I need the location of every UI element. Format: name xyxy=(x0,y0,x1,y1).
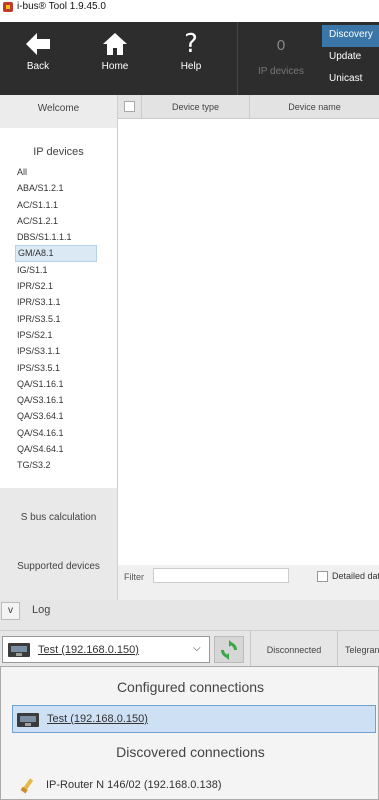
select-all-column xyxy=(118,95,142,119)
toolbar-divider xyxy=(237,22,238,95)
filter-label: Filter xyxy=(124,572,144,582)
main-toolbar: Back Home ? Help 0 IP devices Discovery … xyxy=(0,22,379,95)
back-button[interactable]: Back xyxy=(0,22,76,95)
configured-connection-label: Test (192.168.0.150) xyxy=(47,713,148,725)
ip-device-list: IP devices All ABA/S1.2.1 AC/S1.1.1 AC/S1.2… xyxy=(0,128,117,488)
mode-menu: Discovery Update Unicast xyxy=(322,25,379,91)
filter-input[interactable] xyxy=(153,568,289,583)
left-panel: Welcome IP devices All ABA/S1.2.1 AC/S1.1.… xyxy=(0,95,117,620)
device-filter-item[interactable]: QA/S3.64.1 xyxy=(15,408,97,424)
discovered-connections-header: Discovered connections xyxy=(116,744,265,760)
log-toggle-button[interactable]: v xyxy=(1,602,20,620)
discovered-connection-item[interactable]: IP-Router N 146/02 (192.168.0.138) xyxy=(12,773,376,797)
app-logo-icon xyxy=(3,1,13,12)
network-interface-icon xyxy=(8,643,30,657)
device-filter-item[interactable]: QA/S4.64.1 xyxy=(15,441,97,457)
connection-select[interactable]: Test (192.168.0.150) ⌵ xyxy=(2,636,210,663)
unicast-tab[interactable]: Unicast xyxy=(322,69,379,91)
detailed-data-checkbox[interactable] xyxy=(317,571,328,582)
device-filter-item[interactable]: IPR/S3.5.1 xyxy=(15,311,97,327)
chevron-down-icon: ⌵ xyxy=(193,643,201,654)
device-filter-item[interactable]: IPR/S2.1 xyxy=(15,278,97,294)
sbus-calculation-tab[interactable]: S bus calculation xyxy=(0,498,117,538)
connection-dropdown: Configured connections Test (192.168.0.1… xyxy=(0,666,379,800)
device-filter-item[interactable]: QA/S1.16.1 xyxy=(15,376,97,392)
device-filter-item[interactable]: IG/S1.1 xyxy=(15,262,97,278)
device-filter-item[interactable]: IPS/S3.5.1 xyxy=(15,360,97,376)
home-icon xyxy=(103,31,127,57)
device-filter-item[interactable]: AC/S1.2.1 xyxy=(15,213,97,229)
device-filter-item[interactable]: TG/S3.2 xyxy=(15,457,97,473)
router-icon xyxy=(19,778,35,794)
device-filter-item[interactable]: IPS/S3.1.1 xyxy=(15,343,97,359)
device-filter-item[interactable]: All xyxy=(15,164,97,180)
connection-select-value: Test (192.168.0.150) xyxy=(38,644,139,656)
device-filter-item[interactable]: IPS/S2.1 xyxy=(15,327,97,343)
column-device-name[interactable]: Device name xyxy=(250,95,379,119)
ip-devices-header: IP devices xyxy=(33,146,84,158)
log-bar: v Log xyxy=(0,600,379,630)
title-bar: i-bus® Tool 1.9.45.0 xyxy=(0,0,379,13)
telegram-tab[interactable]: Telegran xyxy=(340,631,379,669)
device-table: Device type Device name xyxy=(118,95,379,565)
column-device-type[interactable]: Device type xyxy=(142,95,250,119)
device-filter-item[interactable]: QA/S4.16.1 xyxy=(15,425,97,441)
log-label: Log xyxy=(32,604,51,616)
table-header: Device type Device name xyxy=(118,95,379,119)
device-filter-item[interactable]: AC/S1.1.1 xyxy=(15,197,97,213)
network-interface-icon xyxy=(17,713,39,727)
refresh-connection-button[interactable] xyxy=(214,636,244,663)
configured-connection-item[interactable]: Test (192.168.0.150) xyxy=(12,705,376,733)
ip-device-counter: 0 IP devices xyxy=(250,22,312,95)
discovered-connection-label: IP-Router N 146/02 (192.168.0.138) xyxy=(46,779,222,791)
supported-devices-tab[interactable]: Supported devices xyxy=(0,547,117,587)
help-button[interactable]: ? Help xyxy=(153,22,229,95)
configured-connections-header: Configured connections xyxy=(116,679,265,695)
window-title: i-bus® Tool 1.9.45.0 xyxy=(17,1,106,12)
detailed-data-label: Detailed dat xyxy=(332,571,379,581)
arrow-left-icon xyxy=(26,31,50,57)
device-filter-item[interactable]: GM/A8.1 xyxy=(15,245,97,262)
device-filter-item[interactable]: QA/S3.16.1 xyxy=(15,392,97,408)
connection-bar: Test (192.168.0.150) ⌵ Disconnected Tele… xyxy=(0,630,379,669)
ip-device-count-label: IP devices xyxy=(258,66,304,77)
device-filter-item[interactable]: IPR/S3.1.1 xyxy=(15,294,97,310)
help-label: Help xyxy=(180,61,202,72)
home-label: Home xyxy=(101,61,129,72)
update-tab[interactable]: Update xyxy=(322,47,379,69)
connection-status: Disconnected xyxy=(250,631,338,669)
device-filter-item[interactable]: ABA/S1.2.1 xyxy=(15,180,97,196)
refresh-icon xyxy=(221,639,237,660)
home-button[interactable]: Home xyxy=(77,22,153,95)
device-items: All ABA/S1.2.1 AC/S1.1.1 AC/S1.2.1 DBS/S1.1.… xyxy=(15,164,97,474)
device-filter-item[interactable]: DBS/S1.1.1.1 xyxy=(15,229,97,245)
select-all-checkbox[interactable] xyxy=(124,101,135,112)
question-mark-icon: ? xyxy=(184,29,198,59)
discovery-tab[interactable]: Discovery xyxy=(322,25,379,47)
ip-device-count: 0 xyxy=(276,37,286,54)
welcome-tab[interactable]: Welcome xyxy=(0,95,117,128)
back-label: Back xyxy=(26,61,50,72)
